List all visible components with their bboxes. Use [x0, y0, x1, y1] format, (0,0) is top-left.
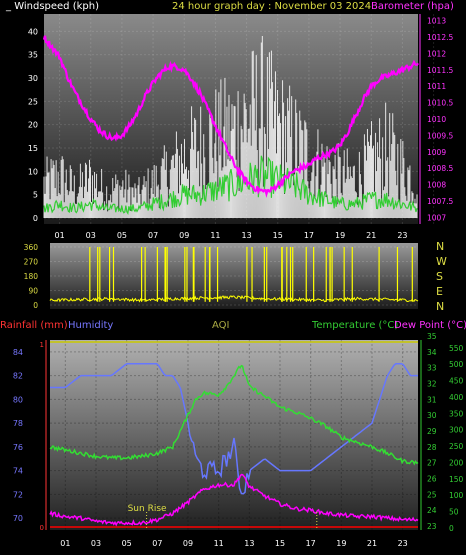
humidity-tick-label: 74 [13, 467, 23, 476]
baro-tick-label: 1007.5 [427, 197, 453, 206]
humidity-tick-label: 72 [13, 490, 23, 499]
rainfall-tick-label: 1 [40, 341, 44, 349]
compass-label: S [436, 270, 443, 283]
direction-tick-label: 0 [33, 301, 38, 310]
wind-tick-label: 10 [28, 167, 38, 176]
rainfall-tick-label: 0 [40, 524, 44, 532]
aqi-tick-label: 150 [449, 475, 464, 484]
baro-tick-label: 1009 [427, 148, 446, 157]
wind-tick-label: 15 [28, 144, 38, 153]
temperature-tick-label: 35 [427, 332, 437, 341]
temperature-tick-label: 32 [427, 380, 437, 389]
humidity-tick-label: 78 [13, 419, 23, 428]
temperature-tick-label: 27 [427, 459, 437, 468]
direction-tick-label: 180 [24, 272, 39, 281]
hour-tick-label: 11 [210, 231, 220, 240]
hour-tick-label: 15 [273, 231, 283, 240]
aqi-tick-label: 350 [449, 409, 464, 418]
baro-tick-label: 1007 [427, 213, 446, 222]
hour-tick-label: 15 [275, 539, 285, 548]
aqi-tick-label: 100 [449, 491, 464, 500]
hour-tick-label: 23 [397, 231, 407, 240]
sunrise-label: Sun Rise [128, 504, 167, 514]
baro-tick-label: 1011 [427, 82, 446, 91]
aqi-tick-label: 200 [449, 458, 464, 467]
wind-tick-label: 40 [28, 27, 38, 36]
temp-panel-bg [50, 340, 418, 530]
hour-tick-label: 05 [117, 231, 127, 240]
compass-label: E [436, 285, 443, 298]
hour-tick-label: 07 [148, 231, 158, 240]
weather-chart: Sun Rise 051015202530354010071007.510081… [13, 14, 464, 548]
baro-tick-label: 1009.5 [427, 131, 453, 140]
humidity-tick-label: 70 [13, 514, 23, 523]
hour-tick-label: 11 [214, 539, 224, 548]
temperature-tick-label: 28 [427, 443, 437, 452]
hour-tick-label: 05 [122, 539, 132, 548]
wind-tick-label: 25 [28, 97, 38, 106]
hour-tick-label: 17 [306, 539, 316, 548]
baro-tick-label: 1013 [427, 17, 446, 26]
aqi-tick-label: 250 [449, 442, 464, 451]
temperature-tick-label: 24 [427, 506, 437, 515]
baro-tick-label: 1010 [427, 115, 446, 124]
aqi-tick-label: 300 [449, 426, 464, 435]
temperature-tick-label: 25 [427, 490, 437, 499]
temperature-tick-label: 33 [427, 364, 437, 373]
hour-tick-label: 01 [60, 539, 70, 548]
temperature-tick-label: 23 [427, 522, 437, 531]
aqi-tick-label: 450 [449, 377, 464, 386]
wind-tick-label: 0 [33, 214, 38, 223]
humidity-tick-label: 84 [13, 348, 23, 357]
hour-tick-label: 19 [335, 231, 345, 240]
compass-label: N [436, 300, 444, 313]
compass-label: N [436, 240, 444, 253]
hour-tick-label: 13 [241, 231, 251, 240]
hour-tick-label: 17 [304, 231, 314, 240]
temperature-tick-label: 30 [427, 411, 437, 420]
aqi-tick-label: 50 [449, 508, 459, 517]
humidity-tick-label: 80 [13, 395, 23, 404]
hour-tick-label: 13 [244, 539, 254, 548]
hour-tick-label: 03 [86, 231, 96, 240]
temperature-tick-label: 31 [427, 395, 437, 404]
temperature-tick-label: 26 [427, 475, 437, 484]
direction-tick-label: 360 [24, 243, 39, 252]
wind-tick-label: 30 [28, 74, 38, 83]
baro-tick-label: 1008 [427, 181, 446, 190]
hour-tick-label: 23 [398, 539, 408, 548]
hour-tick-label: 21 [367, 539, 377, 548]
hour-tick-label: 09 [179, 231, 189, 240]
wind-tick-label: 20 [28, 121, 38, 130]
hour-tick-label: 21 [366, 231, 376, 240]
humidity-tick-label: 76 [13, 443, 23, 452]
humidity-tick-label: 82 [13, 372, 23, 381]
aqi-tick-label: 0 [449, 524, 454, 533]
temperature-tick-label: 29 [427, 427, 437, 436]
wind-tick-label: 35 [28, 51, 38, 60]
baro-tick-label: 1012 [427, 49, 446, 58]
hour-tick-label: 07 [152, 539, 162, 548]
baro-tick-label: 1010.5 [427, 99, 453, 108]
baro-tick-label: 1011.5 [427, 66, 453, 75]
hour-tick-label: 19 [336, 539, 346, 548]
aqi-tick-label: 550 [449, 344, 464, 353]
baro-tick-label: 1008.5 [427, 164, 453, 173]
compass-label: W [436, 255, 447, 268]
hour-tick-label: 03 [91, 539, 101, 548]
hour-tick-label: 01 [54, 231, 64, 240]
wind-tick-label: 5 [33, 191, 38, 200]
temperature-tick-label: 34 [427, 348, 437, 357]
aqi-tick-label: 400 [449, 393, 464, 402]
direction-tick-label: 270 [24, 258, 39, 267]
aqi-tick-label: 500 [449, 360, 464, 369]
baro-tick-label: 1012.5 [427, 33, 453, 42]
direction-tick-label: 90 [28, 287, 38, 296]
hour-tick-label: 09 [183, 539, 193, 548]
